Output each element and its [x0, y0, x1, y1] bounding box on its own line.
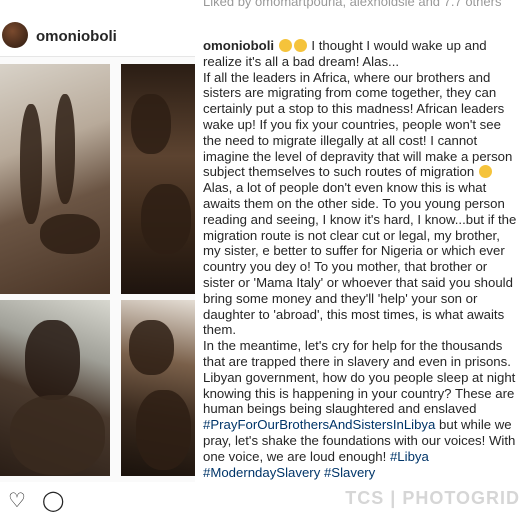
photo-tied-man — [0, 300, 110, 476]
avatar[interactable] — [2, 22, 28, 48]
action-bar — [0, 482, 195, 516]
hashtag-modernday-slavery[interactable]: #ModerndaySlavery — [203, 465, 320, 480]
caption-p2: If all the leaders in Africa, where our … — [203, 69, 513, 180]
tired-emoji-icon — [293, 39, 307, 52]
heart-icon[interactable]: ♡ — [8, 488, 26, 513]
caption-p3: In the meantime, let's cry for help for … — [203, 338, 516, 417]
weary-emoji-icon — [278, 39, 292, 52]
hashtag-libya[interactable]: #Libya — [390, 449, 429, 464]
photo-prisoners — [121, 300, 195, 476]
caption-text: omonioboli I thought I would wake up and… — [203, 38, 521, 480]
caption-panel: Liked by omomartpouria, alexholdsie and … — [197, 0, 530, 516]
comment-icon[interactable]: ◯ — [42, 488, 64, 513]
caption-p2b: Alas, a lot of people don't even know th… — [203, 180, 517, 338]
post-header: omonioboli — [0, 0, 195, 57]
watermark: TCS | PHOTOGRID — [345, 488, 520, 508]
photo-group-men — [121, 64, 195, 294]
hashtag-slavery[interactable]: #Slavery — [324, 465, 375, 480]
hashtag-pray[interactable]: #PrayForOurBrothersAndSistersInLibya — [203, 417, 435, 432]
disappointed-emoji-icon — [478, 165, 492, 179]
caption-username[interactable]: omonioboli — [203, 38, 274, 53]
liked-by-text: Liked by omomartpouria, alexholdsie and … — [203, 0, 502, 9]
post-username[interactable]: omonioboli — [36, 28, 117, 45]
photo-grid-panel: omonioboli ♡ ◯ — [0, 0, 195, 516]
photo-hanging-people — [0, 64, 110, 294]
